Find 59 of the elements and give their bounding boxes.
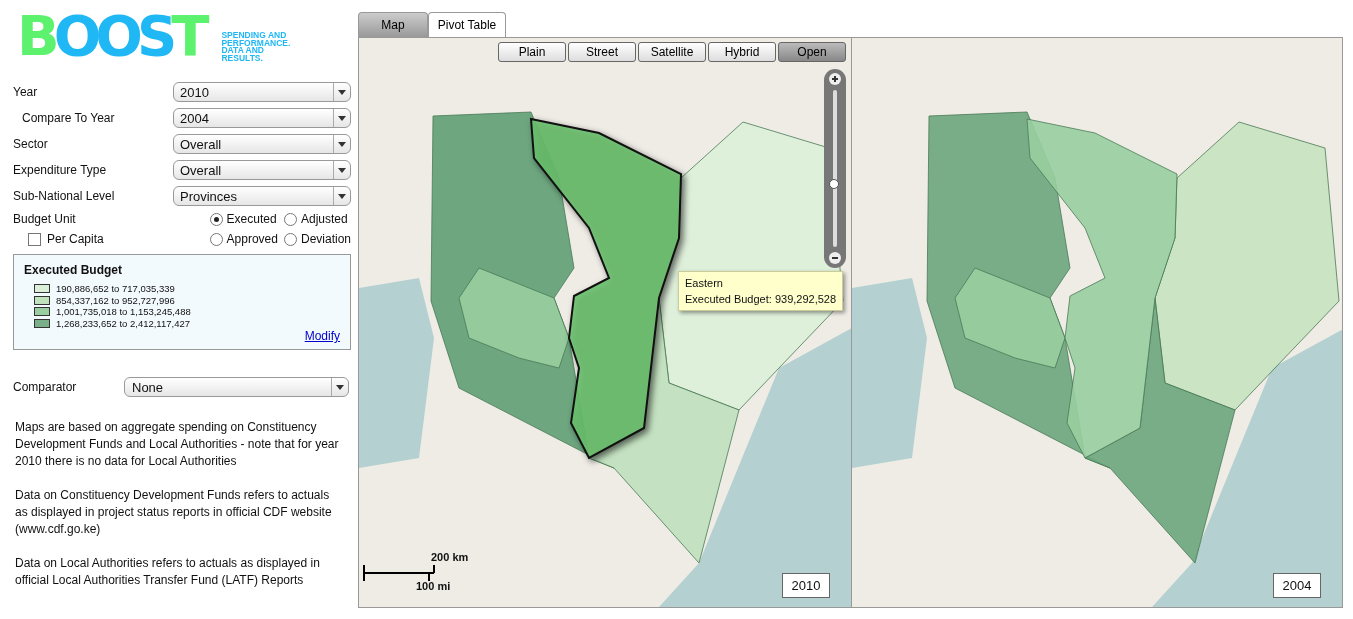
- note-text: Data on Constituency Development Funds refers to actuals as displayed in project status reports in official CDF website (www.cdf.go.ke): [15, 487, 333, 538]
- dropdown[interactable]: Overall: [173, 160, 351, 180]
- tooltip-title: Eastern: [685, 276, 724, 291]
- filter-label: Year: [13, 85, 38, 99]
- radio-label: Adjusted: [300, 212, 348, 226]
- budget-unit-label: Budget Unit: [13, 212, 77, 226]
- year-label: 2004: [1273, 573, 1321, 598]
- comparator-label: Comparator: [13, 380, 78, 394]
- map-type-button[interactable]: Open: [778, 42, 846, 62]
- dropdown-arrow-icon: [338, 141, 346, 147]
- zoom-in-icon[interactable]: [828, 72, 842, 86]
- legend-label: 1,268,233,652 to 2,412,117,427: [56, 317, 190, 329]
- legend-label: 190,886,652 to 717,035,339: [56, 283, 175, 295]
- logo-wordmark: BOOST: [16, 6, 211, 66]
- logo-tagline: SPENDING AND PERFORMANCE. DATA AND RESULTS.: [220, 32, 291, 65]
- note-text: Data on Local Authorities refers to actuals as displayed in official Local Authorities Transfer Fund (LATF) Reports: [15, 555, 321, 589]
- dropdown[interactable]: Overall: [173, 134, 351, 154]
- scale-label: 200 km: [431, 551, 469, 563]
- year-label: 2010: [782, 573, 830, 598]
- filter-label: Compare To Year: [21, 111, 115, 125]
- tab[interactable]: Pivot Table: [428, 12, 506, 37]
- dropdown[interactable]: 2010: [173, 82, 351, 102]
- map-type-button[interactable]: Hybrid: [708, 42, 776, 62]
- filter-label: Sub-National Level: [13, 189, 115, 203]
- radio-label: Approved: [226, 232, 278, 246]
- province-shape[interactable]: [529, 117, 682, 460]
- radio-button[interactable]: [283, 212, 297, 226]
- radio-button[interactable]: [283, 232, 297, 246]
- dropdown[interactable]: None: [124, 377, 349, 397]
- tooltip-text: Executed Budget: 939,292,528: [685, 292, 837, 307]
- slider-thumb[interactable]: [829, 179, 839, 190]
- checkbox[interactable]: [28, 232, 41, 246]
- dropdown-arrow-icon: [338, 167, 346, 173]
- dropdown-arrow-icon: [338, 193, 346, 199]
- radio-label: Deviation: [300, 232, 351, 246]
- scale-bar: [363, 565, 435, 581]
- dropdown-arrow-icon: [338, 115, 346, 121]
- radio-button[interactable]: [209, 232, 223, 246]
- zoom-slider[interactable]: [824, 69, 846, 268]
- dropdown-arrow-icon: [336, 384, 344, 390]
- scale-label: 100 mi: [416, 580, 451, 592]
- legend-label: 1,001,735,018 to 1,153,245,488: [56, 306, 191, 318]
- note-text: Maps are based on aggregate spending on Constituency Development Funds and Local Authorities - note that for year 2010 there is no data for Local Authorities: [15, 419, 340, 470]
- modify-link[interactable]: Modify: [304, 329, 340, 343]
- filter-label: Expenditure Type: [13, 163, 107, 177]
- checkbox-label: Per Capita: [47, 232, 104, 246]
- map-type-button[interactable]: Street: [568, 42, 636, 62]
- filter-label: Sector: [13, 137, 48, 151]
- tab[interactable]: Map: [358, 12, 428, 37]
- radio-label: Executed: [226, 212, 277, 226]
- zoom-out-icon[interactable]: [828, 251, 842, 265]
- map-type-button[interactable]: Satellite: [638, 42, 706, 62]
- radio-button[interactable]: [209, 212, 223, 226]
- dropdown[interactable]: 2004: [173, 108, 351, 128]
- legend-title: Executed Budget: [24, 263, 123, 277]
- dropdown[interactable]: Provinces: [173, 186, 351, 206]
- legend-label: 854,337,162 to 952,727,996: [56, 294, 175, 306]
- dropdown-arrow-icon: [338, 89, 346, 95]
- map-type-button[interactable]: Plain: [498, 42, 566, 62]
